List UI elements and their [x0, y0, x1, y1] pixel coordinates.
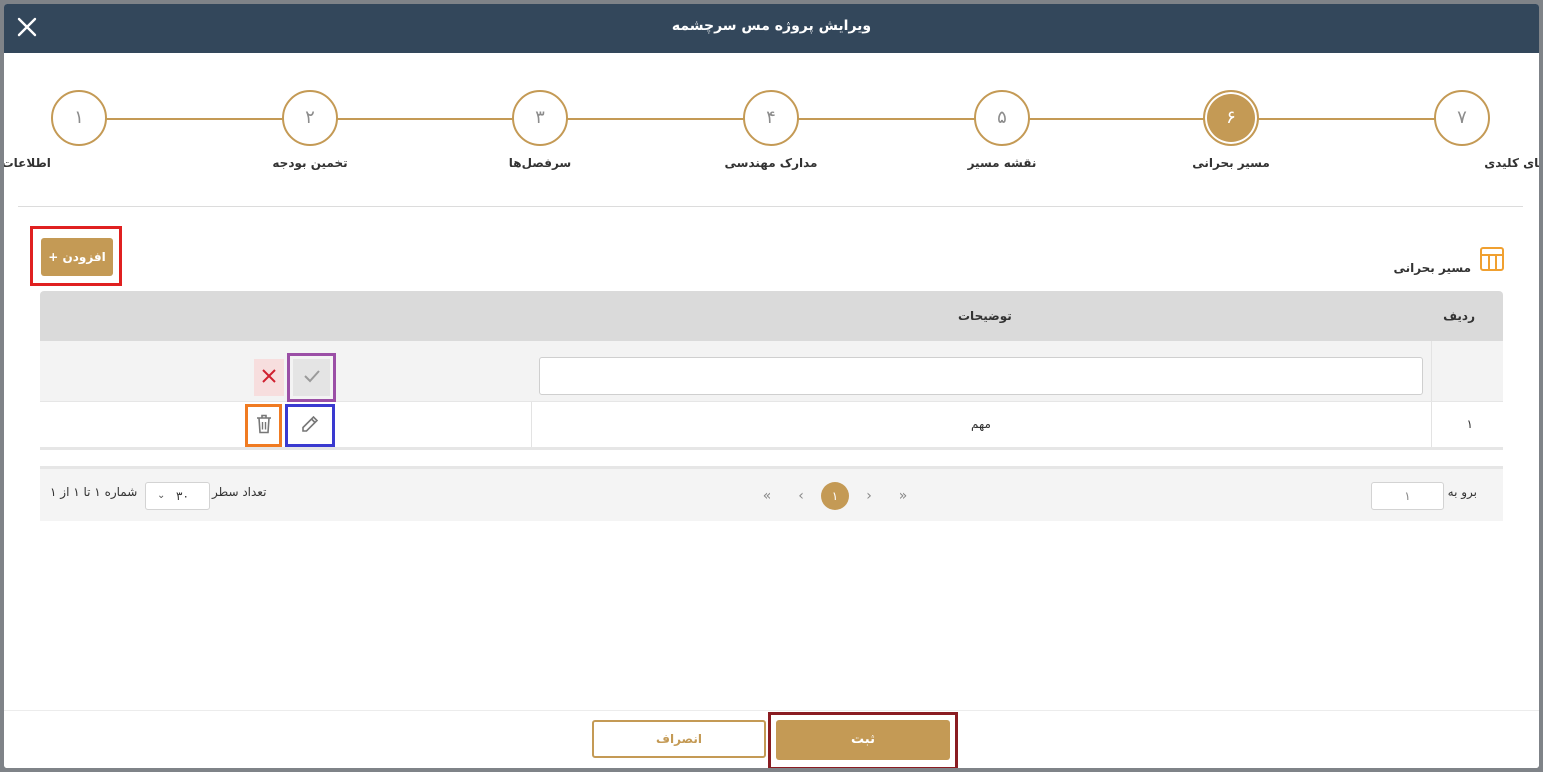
pagination-info: شماره ۱ تا ۱ از ۱ [50, 485, 138, 499]
step-label: مدارک مهندسی [724, 156, 818, 170]
page-navigation: « ‹ ۱ › » [750, 482, 920, 510]
step-headings[interactable]: ۳ سرفصل‌ها [460, 90, 620, 170]
step-roadmap[interactable]: ۵ نقشه مسیر [922, 90, 1082, 170]
cell-divider [1431, 402, 1432, 447]
step-critical-path[interactable]: ۶ مسیر بحرانی [1151, 90, 1311, 170]
dialog-footer: انصراف ثبت [4, 710, 1539, 768]
step-label: سرفصل‌ها [508, 156, 572, 170]
wizard-stepper: ۱ اطلاعات پروژه ۲ تخمین بودجه ۳ سرفصل‌ها… [4, 53, 1539, 203]
table-header: ردیف توضیحات [40, 291, 1503, 341]
edit-button[interactable] [291, 409, 329, 442]
pagination-bar: برو به ۱ « ‹ ۱ › » تعداد سطر ⌄ ۳۰ شماره … [40, 466, 1503, 521]
trash-icon [254, 413, 274, 439]
section-header: مسیر بحرانی [1393, 246, 1505, 276]
table-edit-row [40, 341, 1503, 402]
table-icon [1479, 246, 1505, 276]
step-number: ۴ [743, 90, 799, 146]
step-number: ۶ [1203, 90, 1259, 146]
delete-button[interactable] [250, 409, 277, 442]
step-key-dates[interactable]: ۷ تاریخ‌های کلیدی [1382, 90, 1539, 170]
step-label: تخمین بودجه [272, 156, 348, 170]
section-divider [18, 206, 1523, 207]
first-page-icon[interactable]: « [750, 488, 784, 504]
confirm-button[interactable] [293, 359, 330, 396]
cancel-button[interactable]: انصراف [592, 720, 766, 758]
page-number-current[interactable]: ۱ [821, 482, 849, 510]
row-index: ۱ [1466, 417, 1473, 431]
rows-per-page-value: ۳۰ [176, 489, 189, 503]
step-label: تاریخ‌های کلیدی [1484, 156, 1539, 170]
row-description: مهم [971, 417, 991, 431]
goto-page-input[interactable]: ۱ [1371, 482, 1444, 510]
next-page-icon[interactable]: › [852, 488, 886, 504]
pencil-icon [299, 413, 321, 439]
step-number: ۵ [974, 90, 1030, 146]
last-page-icon[interactable]: » [886, 488, 920, 504]
goto-label: برو به [1447, 485, 1477, 499]
dialog-title: ویرایش پروژه مس سرچشمه [671, 18, 872, 34]
close-icon[interactable] [14, 14, 40, 40]
add-button-highlight: + افزودن [30, 226, 122, 286]
step-engineering-docs[interactable]: ۴ مدارک مهندسی [691, 90, 851, 170]
step-number: ۱ [51, 90, 107, 146]
submit-button[interactable]: ثبت [776, 720, 950, 760]
step-label: مسیر بحرانی [1192, 156, 1270, 170]
section-title: مسیر بحرانی [1393, 261, 1471, 275]
step-label: نقشه مسیر [967, 156, 1037, 170]
check-icon [302, 366, 322, 390]
column-description: توضیحات [958, 309, 1012, 323]
add-button[interactable]: + افزودن [41, 238, 113, 276]
step-budget-estimate[interactable]: ۲ تخمین بودجه [230, 90, 390, 170]
cell-divider [1431, 341, 1432, 401]
prev-page-icon[interactable]: ‹ [784, 488, 818, 504]
chevron-down-icon: ⌄ [157, 490, 166, 501]
step-number: ۷ [1434, 90, 1490, 146]
step-number: ۲ [282, 90, 338, 146]
rows-per-page-select[interactable]: ⌄ ۳۰ [145, 482, 210, 510]
cancel-edit-button[interactable] [254, 359, 284, 396]
dialog-header: ویرایش پروژه مس سرچشمه [4, 4, 1539, 53]
step-project-info[interactable]: ۱ اطلاعات پروژه [4, 90, 159, 170]
column-index: ردیف [1443, 309, 1475, 323]
step-number: ۳ [512, 90, 568, 146]
table-row: مهم ۱ [40, 402, 1503, 450]
description-input[interactable] [539, 357, 1423, 395]
edit-project-dialog: ویرایش پروژه مس سرچشمه ۱ اطلاعات پروژه ۲… [4, 4, 1539, 768]
step-label: اطلاعات پروژه [4, 156, 51, 170]
close-icon [260, 367, 278, 389]
rows-per-page-label: تعداد سطر [212, 485, 267, 499]
critical-path-table: ردیف توضیحات مهم ۱ برو به ۱ « ‹ ۱ › » تع… [40, 291, 1503, 521]
submit-highlight: ثبت [768, 712, 958, 768]
